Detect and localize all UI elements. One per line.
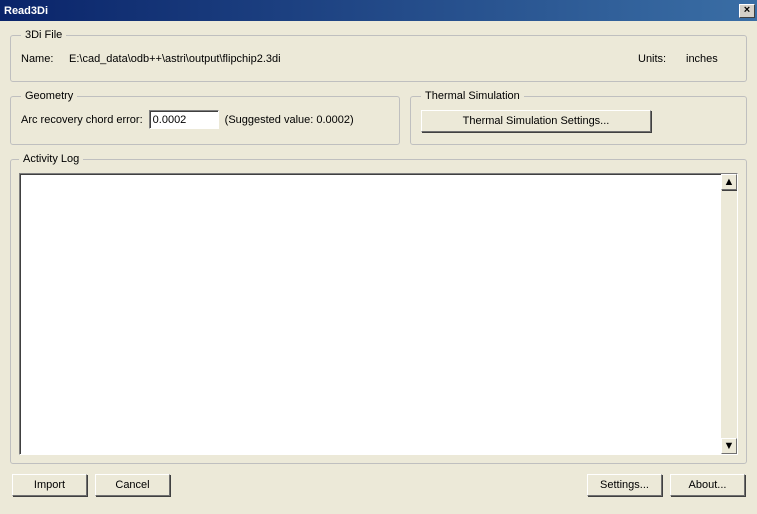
about-button[interactable]: About... xyxy=(670,474,745,496)
chevron-up-icon: ▲ xyxy=(724,176,735,188)
units-value: inches xyxy=(686,53,736,65)
file-group-legend: 3Di File xyxy=(21,29,66,41)
scroll-down-button[interactable]: ▼ xyxy=(721,438,737,454)
activity-group: Activity Log ▲ ▼ xyxy=(10,153,747,464)
arc-label: Arc recovery chord error: xyxy=(21,114,143,126)
name-label: Name: xyxy=(21,53,69,65)
units-label: Units: xyxy=(638,53,686,65)
file-group: 3Di File Name: E:\cad_data\odb++\astri\o… xyxy=(10,29,747,82)
activity-legend: Activity Log xyxy=(19,153,83,165)
geometry-group: Geometry Arc recovery chord error: (Sugg… xyxy=(10,90,400,145)
import-button[interactable]: Import xyxy=(12,474,87,496)
bottom-button-bar: Import Cancel Settings... About... xyxy=(10,474,747,496)
file-path: E:\cad_data\odb++\astri\output\flipchip2… xyxy=(69,53,638,65)
scroll-up-button[interactable]: ▲ xyxy=(721,174,737,190)
thermal-settings-button[interactable]: Thermal Simulation Settings... xyxy=(421,110,651,132)
dialog-title: Read3Di xyxy=(4,5,48,17)
scrollbar-vertical[interactable]: ▲ ▼ xyxy=(721,174,737,454)
close-button[interactable]: × xyxy=(739,4,755,18)
dialog-body: 3Di File Name: E:\cad_data\odb++\astri\o… xyxy=(0,21,757,504)
thermal-legend: Thermal Simulation xyxy=(421,90,524,102)
close-icon: × xyxy=(744,5,750,16)
activity-log[interactable]: ▲ ▼ xyxy=(19,173,738,455)
arc-input[interactable] xyxy=(149,110,219,129)
cancel-button[interactable]: Cancel xyxy=(95,474,170,496)
settings-button[interactable]: Settings... xyxy=(587,474,662,496)
thermal-group: Thermal Simulation Thermal Simulation Se… xyxy=(410,90,747,145)
geometry-legend: Geometry xyxy=(21,90,77,102)
suggested-value-label: (Suggested value: 0.0002) xyxy=(225,114,354,126)
titlebar: Read3Di × xyxy=(0,0,757,21)
chevron-down-icon: ▼ xyxy=(724,440,735,452)
